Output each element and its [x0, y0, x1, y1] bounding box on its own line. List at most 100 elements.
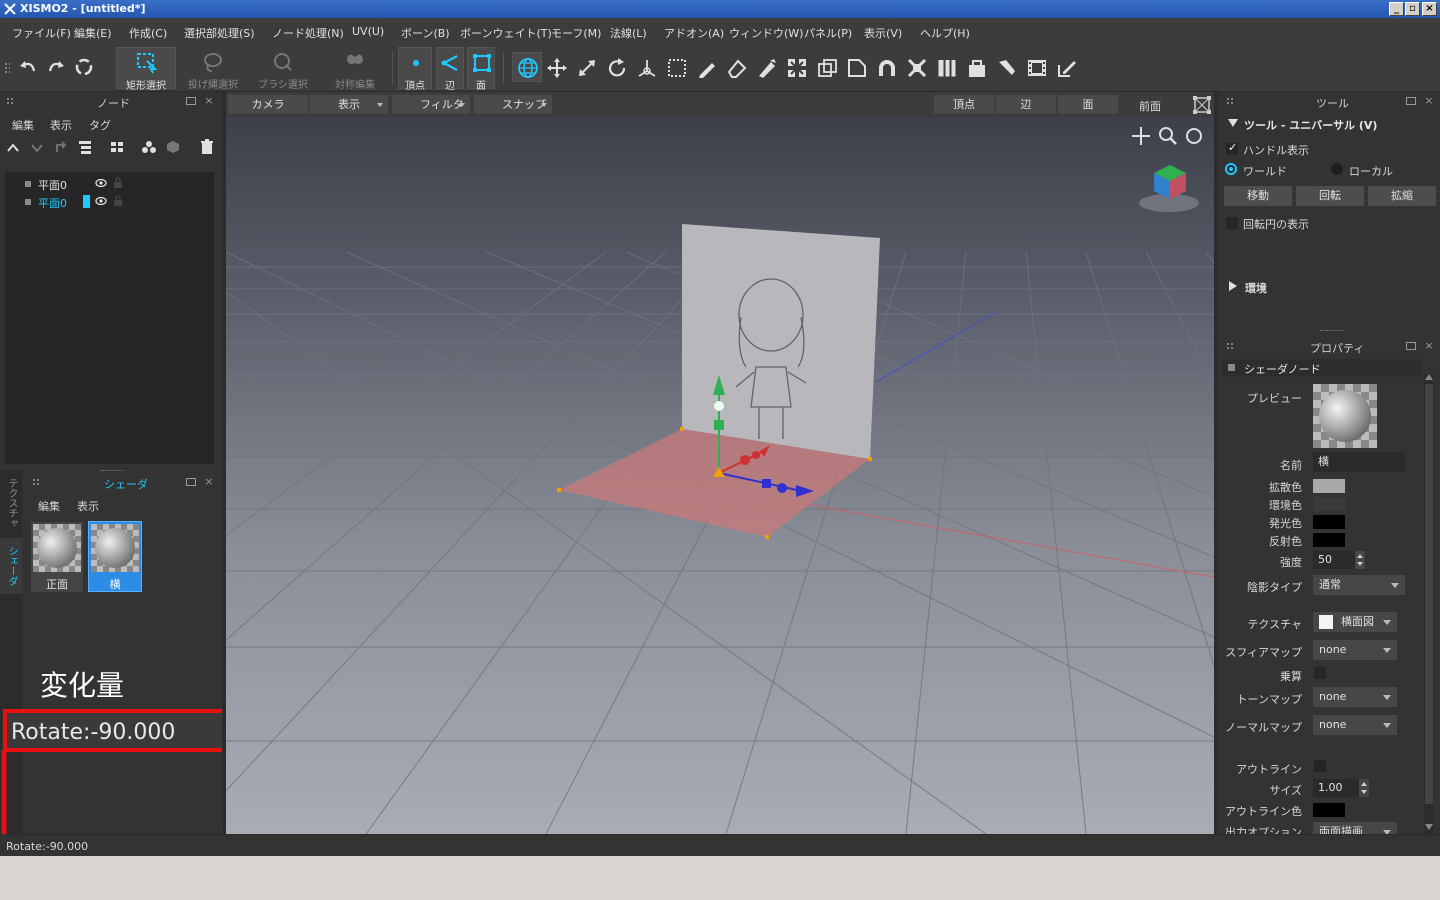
shading-type-dropdown[interactable]: 通常: [1313, 575, 1405, 595]
menu-uv[interactable]: UV(U): [352, 25, 384, 38]
property-scrollbar[interactable]: [1424, 374, 1434, 834]
rotate-tool-button[interactable]: 回転: [1296, 186, 1364, 206]
edit-box-icon[interactable]: [1056, 57, 1078, 79]
node-menu-tag[interactable]: タグ: [89, 117, 111, 133]
collapse-icon[interactable]: [906, 57, 928, 79]
camera-menu[interactable]: カメラ: [228, 95, 308, 114]
redo-icon[interactable]: [46, 58, 66, 76]
bevel-icon[interactable]: [846, 57, 868, 79]
scale-tool-button[interactable]: 拡縮: [1368, 186, 1436, 206]
normal-map-dropdown[interactable]: none: [1313, 715, 1397, 735]
multiply-checkbox[interactable]: [1314, 667, 1326, 679]
display-dropdown[interactable]: 表示: [310, 95, 388, 114]
shader-menu-display[interactable]: 表示: [77, 498, 99, 514]
scroll-thumb[interactable]: [1425, 384, 1433, 804]
menu-morph[interactable]: モーフ(M): [551, 25, 601, 41]
texture-dropdown[interactable]: 横面図: [1313, 612, 1397, 632]
group-icon[interactable]: [142, 140, 156, 154]
film-icon[interactable]: [1026, 57, 1048, 79]
shader-panel-close-icon[interactable]: ×: [204, 476, 214, 487]
lock-icon[interactable]: [113, 177, 123, 189]
menu-create[interactable]: 作成(C): [129, 25, 167, 41]
node-menu-edit[interactable]: 編集: [12, 117, 34, 133]
left-splitter[interactable]: [222, 92, 226, 834]
knife-icon[interactable]: [756, 57, 778, 79]
node-panel-float-button[interactable]: [186, 97, 196, 105]
size-stepper[interactable]: [1359, 779, 1369, 797]
grid-view-icon[interactable]: [110, 140, 124, 154]
move-tool-button[interactable]: 移動: [1224, 186, 1292, 206]
shader-thumb-selected[interactable]: 横: [88, 521, 142, 592]
toon-map-dropdown[interactable]: none: [1313, 687, 1397, 707]
node-panel-grip[interactable]: [6, 97, 14, 105]
face-mode-button[interactable]: 面: [467, 47, 495, 92]
tab-shader[interactable]: シェーダ: [3, 546, 19, 592]
vp-vertex-button[interactable]: 頂点: [934, 95, 994, 114]
move-icon[interactable]: [546, 57, 568, 79]
bag-icon[interactable]: [966, 57, 988, 79]
expand-triangle-icon[interactable]: [1229, 281, 1237, 291]
scroll-up-icon[interactable]: [1425, 374, 1433, 380]
scale-icon[interactable]: [576, 57, 598, 79]
right-splitter[interactable]: [1214, 92, 1218, 834]
minimize-button[interactable]: _: [1389, 2, 1404, 16]
tab-texture[interactable]: テクスチャ: [3, 478, 19, 538]
bridge-icon[interactable]: [936, 57, 958, 79]
reparent-icon[interactable]: [54, 140, 68, 154]
tool-panel-grip[interactable]: [1226, 97, 1234, 105]
marquee-icon[interactable]: [666, 57, 688, 79]
vertex-mode-button[interactable]: 頂点: [398, 47, 432, 92]
menu-edit[interactable]: 編集(E): [74, 25, 112, 41]
step-up-icon[interactable]: [1361, 782, 1367, 786]
visibility-eye-icon[interactable]: [95, 196, 107, 206]
local-radio[interactable]: [1331, 163, 1343, 175]
menu-help[interactable]: ヘルプ(H): [920, 25, 970, 41]
globe-button[interactable]: [512, 52, 542, 82]
sphere-map-dropdown[interactable]: none: [1313, 640, 1397, 660]
eraser-icon[interactable]: [726, 57, 748, 79]
undo-icon[interactable]: [18, 58, 38, 76]
strength-field[interactable]: 50: [1313, 551, 1355, 569]
move-up-icon[interactable]: [6, 142, 20, 154]
menu-file[interactable]: ファイル(F): [12, 25, 71, 41]
shader-panel-grip[interactable]: [32, 478, 40, 486]
outline-color-swatch[interactable]: [1313, 803, 1345, 817]
toolbar-grip[interactable]: [4, 62, 10, 74]
panel-splitter[interactable]: [1320, 330, 1344, 332]
orientation-cube-icon[interactable]: [1136, 159, 1202, 215]
hierarchy-icon[interactable]: [78, 140, 92, 154]
visibility-eye-icon[interactable]: [95, 178, 107, 188]
snap-dropdown[interactable]: スナップ: [474, 95, 552, 114]
menu-bone-weight[interactable]: ボーンウェイト(T): [460, 25, 552, 41]
maximize-button[interactable]: ▫: [1405, 2, 1420, 16]
menu-window[interactable]: ウィンドウ(W): [729, 25, 803, 41]
brush-select-button[interactable]: ブラシ選択: [252, 47, 314, 91]
collapse-triangle-icon[interactable]: [1228, 119, 1238, 127]
close-button[interactable]: ×: [1422, 2, 1437, 16]
orbit-icon[interactable]: [1186, 128, 1202, 144]
edge-mode-button[interactable]: 辺: [436, 47, 464, 92]
viewport-3d[interactable]: [226, 117, 1214, 834]
weld-icon[interactable]: [786, 57, 808, 79]
cube-icon[interactable]: [166, 140, 180, 154]
panel-splitter[interactable]: [100, 470, 124, 472]
diffuse-color-swatch[interactable]: [1313, 479, 1345, 493]
scroll-down-icon[interactable]: [1425, 824, 1433, 830]
emissive-color-swatch[interactable]: [1313, 515, 1345, 529]
shader-thumb[interactable]: 正面: [31, 522, 83, 592]
menu-selection[interactable]: 選択部処理(S): [184, 25, 255, 41]
step-down-icon[interactable]: [1357, 562, 1363, 566]
shader-menu-edit[interactable]: 編集: [38, 498, 60, 514]
world-radio[interactable]: [1225, 163, 1237, 175]
rect-select-button[interactable]: 矩形選択: [116, 47, 176, 92]
specular-color-swatch[interactable]: [1313, 533, 1345, 547]
output-option-dropdown[interactable]: 両面描画: [1313, 822, 1397, 834]
vp-face-button[interactable]: 面: [1058, 95, 1118, 114]
axis-gizmo-icon[interactable]: [636, 57, 658, 79]
property-panel-float-button[interactable]: [1406, 342, 1416, 350]
tool-panel-float-button[interactable]: [1406, 97, 1416, 105]
node-menu-display[interactable]: 表示: [50, 117, 72, 133]
menu-view[interactable]: 表示(V): [864, 25, 902, 41]
environment-section[interactable]: 環境: [1245, 280, 1267, 296]
extrude-icon[interactable]: [816, 57, 838, 79]
